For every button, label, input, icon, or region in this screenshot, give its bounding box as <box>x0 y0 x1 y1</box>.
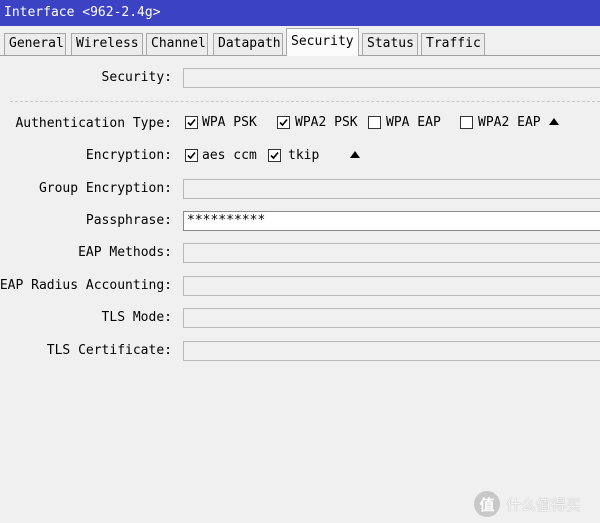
tls-certificate-field[interactable] <box>183 341 600 361</box>
tab-general[interactable]: General <box>4 33 66 55</box>
tkip-label: tkip <box>288 148 320 163</box>
window-title: Interface <962-2.4g> <box>4 5 161 20</box>
tab-status[interactable]: Status <box>362 33 418 55</box>
eap-radius-accounting-field[interactable] <box>183 276 600 296</box>
wpa2-psk-label: WPA2 PSK <box>295 115 358 130</box>
checkmark-icon <box>270 151 279 160</box>
wpa-eap-checkbox[interactable] <box>368 116 381 129</box>
tab-channel[interactable]: Channel <box>146 33 208 55</box>
encryption-label: Encryption: <box>85 148 172 163</box>
authentication-type-label: Authentication Type: <box>15 116 172 131</box>
tls-mode-label: TLS Mode: <box>101 310 172 325</box>
tkip-checkbox[interactable] <box>268 149 281 162</box>
passphrase-value: ********** <box>187 213 266 228</box>
tab-strip: General Wireless Channel Datapath Securi… <box>0 26 600 56</box>
checkmark-icon <box>187 151 196 160</box>
security-label: Security: <box>101 70 172 85</box>
separator <box>10 101 600 102</box>
triangle-up-icon[interactable] <box>549 118 559 125</box>
wpa2-psk-checkbox[interactable] <box>277 116 290 129</box>
passphrase-field[interactable]: ********** <box>183 211 600 231</box>
tab-traffic[interactable]: Traffic <box>421 33 485 55</box>
tab-wireless[interactable]: Wireless <box>71 33 143 55</box>
checkmark-icon <box>187 118 196 127</box>
aes-ccm-label: aes ccm <box>202 148 257 163</box>
eap-methods-label: EAP Methods: <box>78 245 172 260</box>
group-encryption-label: Group Encryption: <box>38 181 172 196</box>
watermark-logo: 值 <box>474 491 500 517</box>
eap-methods-field[interactable] <box>183 243 600 263</box>
security-field[interactable] <box>183 68 600 88</box>
wpa-psk-label: WPA PSK <box>202 115 257 130</box>
window-titlebar: Interface <962-2.4g> <box>0 0 600 26</box>
tls-mode-field[interactable] <box>183 308 600 328</box>
tab-datapath[interactable]: Datapath <box>213 33 283 55</box>
eap-radius-accounting-label: EAP Radius Accounting: <box>0 278 172 293</box>
watermark: 值 什么值得买 <box>474 490 581 518</box>
watermark-text: 什么值得买 <box>506 495 582 514</box>
checkmark-icon <box>279 118 288 127</box>
wpa2-eap-label: WPA2 EAP <box>478 115 541 130</box>
tls-certificate-label: TLS Certificate: <box>46 343 172 358</box>
passphrase-label: Passphrase: <box>85 213 172 228</box>
wpa-psk-checkbox[interactable] <box>185 116 198 129</box>
group-encryption-field[interactable] <box>183 179 600 199</box>
aes-ccm-checkbox[interactable] <box>185 149 198 162</box>
tab-security[interactable]: Security <box>286 28 359 56</box>
wpa2-eap-checkbox[interactable] <box>460 116 473 129</box>
wpa-eap-label: WPA EAP <box>386 115 441 130</box>
triangle-up-icon[interactable] <box>350 151 360 158</box>
